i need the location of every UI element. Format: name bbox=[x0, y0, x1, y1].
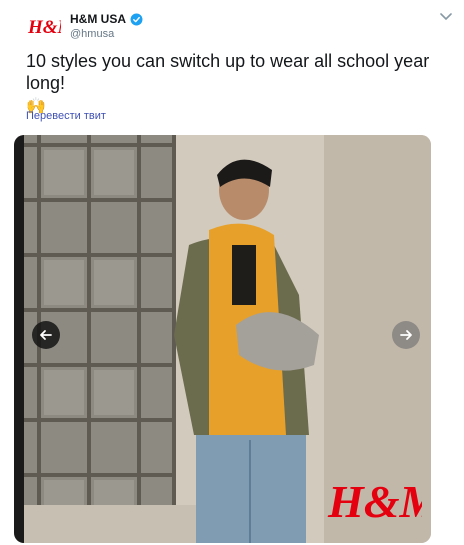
avatar[interactable]: H&M bbox=[24, 10, 64, 42]
hm-logo-icon: H&M bbox=[27, 17, 61, 38]
previous-image-edge bbox=[14, 135, 24, 543]
tweet: H&M H&M USA @hmusa 10 styles you can swi… bbox=[0, 0, 464, 545]
chevron-down-icon[interactable] bbox=[440, 12, 452, 22]
tweet-text: 10 styles you can switch up to wear all … bbox=[26, 50, 456, 118]
verified-badge-icon bbox=[130, 13, 143, 25]
arrow-right-icon bbox=[400, 330, 412, 340]
svg-text:H&M: H&M bbox=[327, 476, 422, 527]
svg-text:H&M: H&M bbox=[27, 17, 61, 38]
arrow-left-icon bbox=[40, 330, 52, 340]
next-image-button[interactable] bbox=[392, 321, 420, 349]
previous-image-button[interactable] bbox=[32, 321, 60, 349]
translate-tweet-link[interactable]: Перевести твит bbox=[26, 110, 106, 122]
media-carousel[interactable]: H&M bbox=[14, 135, 431, 543]
hm-watermark-logo: H&M bbox=[327, 476, 422, 527]
tweet-text-content: 10 styles you can switch up to wear all … bbox=[26, 51, 430, 93]
display-name[interactable]: H&M USA bbox=[70, 12, 126, 26]
account-name-row[interactable]: H&M USA bbox=[70, 12, 143, 26]
account-handle[interactable]: @hmusa bbox=[70, 28, 114, 40]
